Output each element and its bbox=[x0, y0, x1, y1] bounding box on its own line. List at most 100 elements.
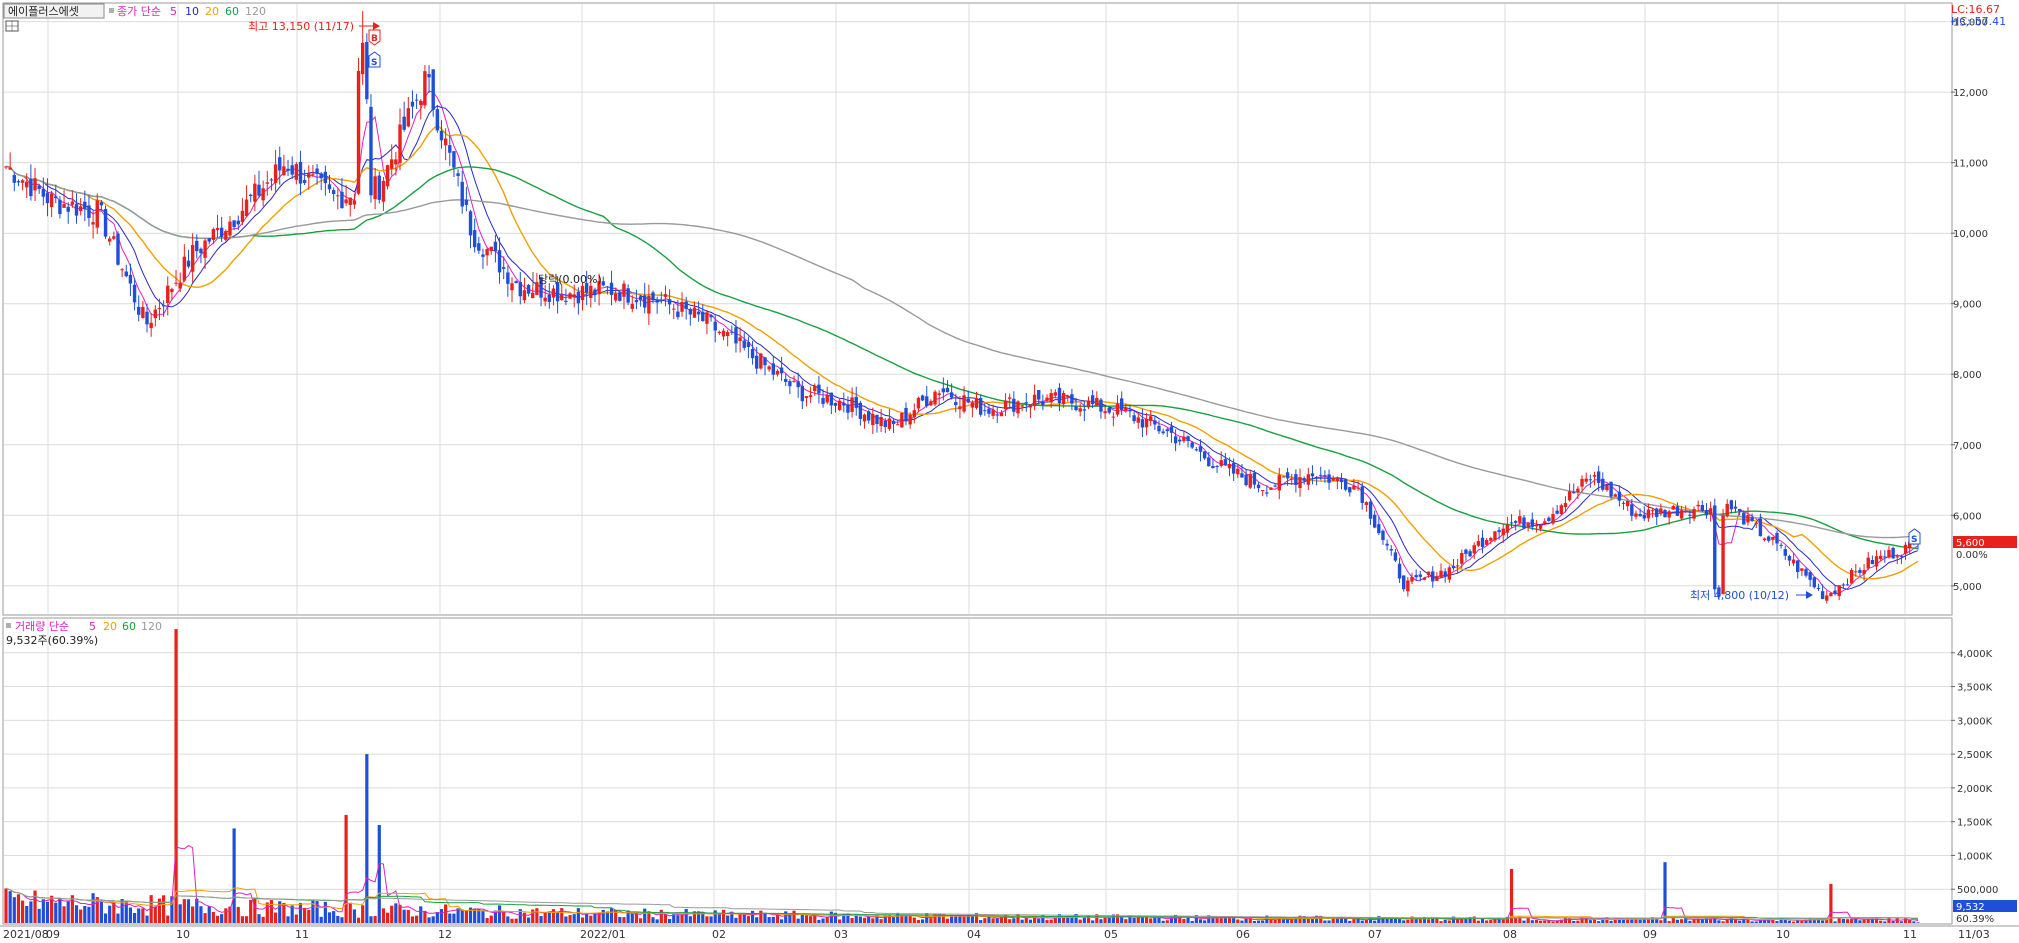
volume-tick-label: 2,500K bbox=[1957, 750, 1993, 761]
candle-body bbox=[1484, 539, 1489, 545]
candle-body bbox=[630, 303, 634, 309]
svg-text:B: B bbox=[371, 34, 378, 44]
candle-body bbox=[1207, 457, 1211, 467]
volume-bar bbox=[1132, 917, 1136, 923]
candle-body bbox=[1883, 556, 1887, 558]
event-annotation: 당락(0.00%) bbox=[538, 273, 602, 286]
candle-body bbox=[1227, 463, 1232, 469]
volume-bar bbox=[556, 911, 560, 923]
volume-bar bbox=[29, 901, 33, 923]
volume-bar bbox=[1787, 920, 1792, 923]
volume-bar bbox=[879, 919, 883, 923]
candle-body bbox=[688, 309, 693, 315]
volume-bar bbox=[1597, 921, 1601, 923]
candle-body bbox=[1547, 517, 1551, 521]
candle-body bbox=[1837, 585, 1841, 597]
price-tick-label: 10,000 bbox=[1953, 229, 1988, 240]
candle-body bbox=[875, 414, 879, 424]
candle-body bbox=[1020, 405, 1024, 407]
candle-body bbox=[1816, 587, 1821, 589]
candle-body bbox=[1783, 549, 1787, 556]
candle-body bbox=[1655, 508, 1659, 517]
candle-body bbox=[1414, 575, 1418, 578]
candle-body bbox=[900, 412, 904, 428]
candle-body bbox=[1078, 408, 1082, 412]
volume-bar bbox=[908, 915, 912, 923]
volume-bar bbox=[1679, 919, 1684, 923]
volume-bar bbox=[261, 916, 265, 923]
volume-bar bbox=[1273, 919, 1277, 923]
candle-body bbox=[1385, 543, 1389, 546]
candle-body bbox=[1849, 569, 1854, 584]
volume-bar bbox=[1124, 919, 1128, 923]
volume-bar bbox=[1460, 919, 1464, 923]
volume-bar bbox=[684, 909, 688, 923]
candle-body bbox=[336, 195, 340, 197]
volume-bar bbox=[1514, 917, 1518, 923]
volume-bar bbox=[356, 917, 361, 923]
candle-body bbox=[945, 387, 950, 393]
candle-body bbox=[1874, 556, 1879, 567]
candle-body bbox=[128, 274, 133, 284]
candle-body bbox=[1754, 522, 1758, 524]
candle-body bbox=[215, 227, 220, 231]
volume-bar bbox=[1041, 914, 1045, 923]
volume-bar bbox=[1534, 919, 1539, 923]
candle-body bbox=[62, 204, 66, 208]
candle-body bbox=[1737, 508, 1742, 512]
date-tick-label: 04 bbox=[967, 928, 981, 941]
candle-body bbox=[1891, 547, 1895, 559]
volume-bar bbox=[327, 912, 332, 923]
candle-body bbox=[1812, 577, 1817, 588]
vlegend-ma5: 5 bbox=[89, 620, 96, 633]
candle-body bbox=[962, 395, 966, 412]
candle-body bbox=[1070, 394, 1074, 404]
candle-body bbox=[742, 340, 746, 348]
candle-body bbox=[70, 201, 75, 205]
volume-bar bbox=[1916, 922, 1920, 923]
candle-body bbox=[1642, 514, 1646, 519]
volume-bar bbox=[236, 906, 240, 923]
volume-info: 9,532주(60.39%) bbox=[6, 634, 98, 647]
volume-tick-label: 1,000K bbox=[1957, 851, 1993, 862]
legend-ma10: 10 bbox=[185, 5, 199, 18]
candle-body bbox=[182, 256, 187, 281]
date-tick-label: 03 bbox=[834, 928, 848, 941]
candle-body bbox=[25, 181, 29, 188]
candle-body bbox=[369, 106, 373, 196]
candle-body bbox=[1119, 398, 1124, 411]
volume-bar bbox=[419, 906, 423, 923]
volume-bar bbox=[1634, 919, 1638, 923]
volume-panel bbox=[2, 617, 1953, 925]
price-tick-label: 11,000 bbox=[1953, 159, 1988, 170]
candle-body bbox=[481, 254, 485, 257]
candle-body bbox=[1302, 478, 1306, 481]
volume-bar bbox=[1742, 919, 1746, 923]
candle-body bbox=[1061, 392, 1066, 405]
volume-bar bbox=[1049, 919, 1053, 923]
candle-body bbox=[1007, 397, 1012, 399]
candle-body bbox=[1128, 410, 1132, 412]
volume-bar bbox=[1327, 920, 1331, 923]
candle-body bbox=[871, 414, 875, 426]
candle-body bbox=[1368, 501, 1373, 519]
volume-bar bbox=[1912, 921, 1916, 923]
candle-body bbox=[1601, 478, 1605, 490]
volume-bar bbox=[1203, 920, 1207, 923]
candle-body bbox=[360, 42, 365, 75]
candle-body bbox=[149, 322, 153, 329]
volume-bar bbox=[1638, 919, 1642, 923]
candle-body bbox=[547, 294, 552, 302]
volume-bar bbox=[763, 912, 767, 923]
candle-body bbox=[1260, 490, 1265, 492]
candle-body bbox=[543, 297, 547, 302]
candle-body bbox=[203, 240, 207, 258]
candle-body bbox=[1878, 555, 1883, 560]
volume-bar bbox=[1198, 919, 1203, 923]
candle-body bbox=[568, 293, 572, 299]
candle-body bbox=[278, 157, 282, 171]
volume-bar bbox=[1675, 919, 1680, 923]
candle-body bbox=[1132, 415, 1136, 422]
volume-bar bbox=[651, 917, 655, 923]
candle-body bbox=[560, 294, 564, 301]
